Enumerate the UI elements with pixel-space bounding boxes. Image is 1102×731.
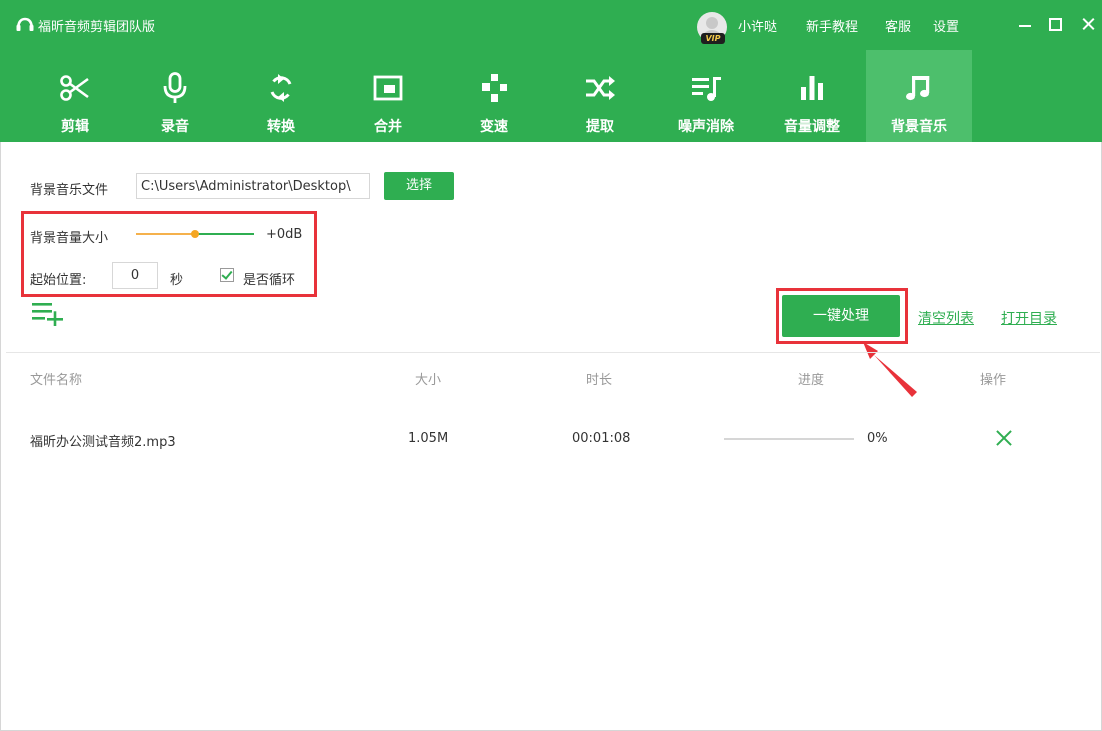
column-header-duration: 时长 — [586, 373, 613, 388]
tab-record[interactable]: 录音 — [122, 50, 228, 142]
title-bar: 福昕音频剪辑团队版 VIP 小许哒 新手教程 客服 设置 — [0, 0, 1102, 50]
file-name-cell: 福昕办公测试音频2.mp3 — [30, 435, 176, 450]
bg-volume-label: 背景音量大小 — [30, 231, 109, 246]
avatar-head-shape — [706, 17, 718, 29]
bg-music-path-input[interactable] — [136, 173, 370, 199]
clear-list-link[interactable]: 清空列表 — [918, 308, 974, 328]
convert-icon — [270, 74, 292, 102]
tab-volume-adjust-label: 音量调整 — [784, 119, 840, 135]
tab-merge[interactable]: 合并 — [335, 50, 441, 142]
column-header-action: 操作 — [980, 373, 1007, 388]
noise-reduction-icon — [692, 77, 721, 101]
speed-icon — [482, 74, 507, 102]
music-note-icon — [906, 76, 930, 101]
file-progress-text: 0% — [867, 431, 888, 446]
table-divider — [6, 352, 1100, 353]
tab-convert-label: 转换 — [267, 119, 295, 135]
vip-badge: VIP — [701, 33, 725, 44]
extract-icon — [586, 76, 615, 100]
file-duration-cell: 00:01:08 — [572, 431, 631, 446]
tab-volume-adjust[interactable]: 音量调整 — [759, 50, 865, 142]
app-logo-icon — [16, 17, 34, 31]
column-header-progress: 进度 — [798, 373, 825, 388]
function-toolbar: 剪辑 录音 转换 合并 变速 提取 噪声消除 音量调整 背景音乐 — [0, 50, 1102, 142]
merge-icon — [373, 75, 403, 101]
tab-speed-label: 变速 — [480, 119, 508, 135]
maximize-button[interactable] — [1044, 12, 1066, 36]
annotation-arrow — [863, 342, 917, 397]
app-title: 福昕音频剪辑团队版 — [38, 20, 156, 35]
file-progress-bar — [724, 438, 854, 440]
bg-volume-value: +0dB — [266, 227, 303, 242]
tab-speed[interactable]: 变速 — [441, 50, 547, 142]
tab-noise-reduction-label: 噪声消除 — [678, 119, 734, 135]
loop-label: 是否循环 — [243, 273, 296, 288]
loop-checkbox[interactable] — [220, 268, 234, 282]
tab-extract[interactable]: 提取 — [547, 50, 653, 142]
open-directory-link[interactable]: 打开目录 — [1001, 308, 1057, 328]
delete-file-icon[interactable] — [993, 427, 1015, 449]
column-header-name: 文件名称 — [30, 373, 83, 388]
tab-background-music[interactable]: 背景音乐 — [866, 50, 972, 142]
tutorial-link[interactable]: 新手教程 — [806, 16, 858, 35]
add-to-list-icon[interactable] — [30, 300, 66, 326]
settings-link[interactable]: 设置 — [933, 16, 959, 35]
tab-merge-label: 合并 — [374, 119, 402, 135]
tab-noise-reduction[interactable]: 噪声消除 — [653, 50, 759, 142]
tab-cut-label: 剪辑 — [61, 119, 89, 135]
seconds-unit-label: 秒 — [170, 273, 184, 288]
bg-music-file-label: 背景音乐文件 — [30, 183, 109, 198]
bg-volume-slider-handle[interactable] — [191, 230, 199, 238]
volume-bars-icon — [801, 76, 823, 100]
tab-background-music-label: 背景音乐 — [891, 119, 947, 135]
scissors-icon — [60, 75, 89, 101]
column-header-size: 大小 — [415, 373, 442, 388]
tab-convert[interactable]: 转换 — [228, 50, 334, 142]
file-size-cell: 1.05M — [408, 431, 449, 446]
customer-service-link[interactable]: 客服 — [885, 16, 911, 35]
tab-record-label: 录音 — [161, 119, 189, 135]
tab-cut[interactable]: 剪辑 — [22, 50, 128, 142]
bg-volume-slider-fill — [136, 233, 195, 235]
minimize-button[interactable] — [1014, 12, 1036, 36]
select-file-button[interactable]: 选择 — [384, 172, 454, 200]
tab-extract-label: 提取 — [586, 119, 614, 135]
bg-volume-slider[interactable] — [136, 230, 254, 238]
start-position-label: 起始位置: — [30, 273, 87, 288]
start-position-input[interactable] — [112, 262, 158, 289]
username-link[interactable]: 小许哒 — [738, 16, 777, 35]
close-button[interactable] — [1078, 12, 1100, 36]
microphone-icon — [163, 72, 187, 103]
